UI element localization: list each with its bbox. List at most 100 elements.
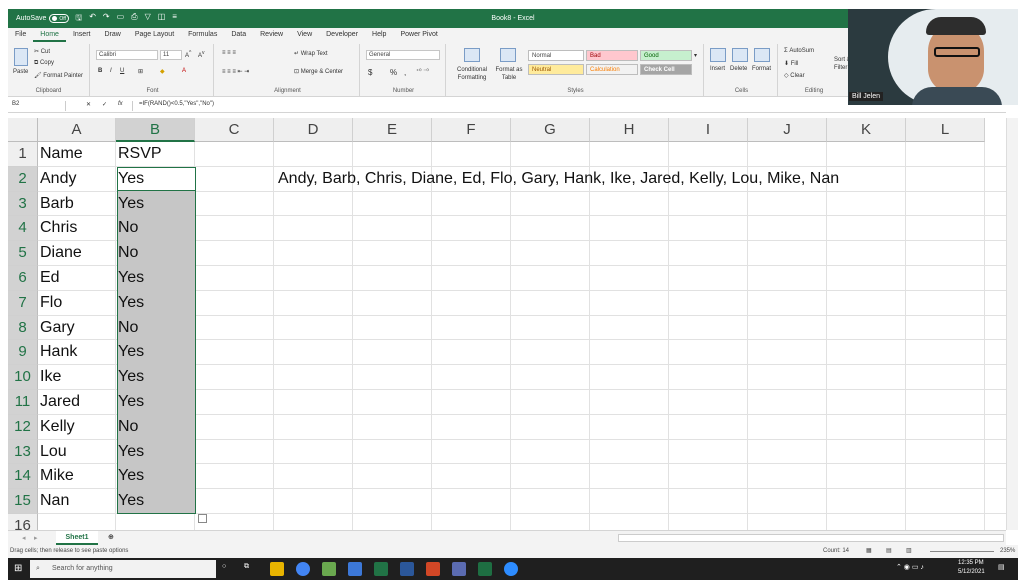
- cell-B15[interactable]: Yes: [116, 492, 144, 510]
- filter-icon[interactable]: ▽: [145, 12, 151, 26]
- camtasia-icon[interactable]: [478, 562, 492, 576]
- tab-home[interactable]: Home: [33, 28, 66, 42]
- align-left-icon[interactable]: ≡ ≡ ≡ ⇤ ⇥: [222, 68, 249, 75]
- column-header-A[interactable]: A: [38, 118, 116, 142]
- cell-A14[interactable]: Mike: [38, 467, 74, 485]
- tab-power-pivot[interactable]: Power Pivot: [393, 28, 444, 42]
- cell-A7[interactable]: Flo: [38, 294, 62, 312]
- style-check-cell[interactable]: Check Cell: [640, 64, 692, 75]
- cell-D2[interactable]: Andy, Barb, Chris, Diane, Ed, Flo, Gary,…: [276, 170, 839, 188]
- style-good[interactable]: Good: [640, 50, 692, 61]
- save-icon[interactable]: 🖫: [75, 12, 82, 26]
- row-header-14[interactable]: 14: [8, 464, 38, 490]
- font-name-select[interactable]: Calibri: [96, 50, 158, 60]
- format-button[interactable]: Format: [752, 66, 771, 72]
- cell-A12[interactable]: Kelly: [38, 418, 75, 436]
- sheet-tab-sheet1[interactable]: Sheet1: [56, 531, 98, 545]
- copy-button[interactable]: ⧉ Copy: [34, 60, 54, 67]
- row-header-15[interactable]: 15: [8, 489, 38, 514]
- column-header-I[interactable]: I: [669, 118, 748, 142]
- cortana-icon[interactable]: ○: [222, 563, 226, 570]
- formula-input[interactable]: =IF(RAND()<0.5,"Yes","No"): [132, 101, 214, 111]
- tab-review[interactable]: Review: [253, 28, 290, 42]
- clear-button[interactable]: ◇ Clear: [784, 72, 805, 79]
- paste-icon[interactable]: [14, 48, 28, 66]
- tab-file[interactable]: File: [8, 28, 33, 42]
- tab-page-layout[interactable]: Page Layout: [128, 28, 181, 42]
- zoom-app-icon[interactable]: [504, 562, 518, 576]
- cell-B2[interactable]: Yes: [116, 170, 144, 188]
- row-header-5[interactable]: 5: [8, 241, 38, 266]
- zoom-level[interactable]: 235%: [1000, 548, 1015, 554]
- tab-help[interactable]: Help: [365, 28, 393, 42]
- column-header-D[interactable]: D: [274, 118, 353, 142]
- chrome-icon[interactable]: [296, 562, 310, 576]
- column-header-G[interactable]: G: [511, 118, 590, 142]
- cell-A15[interactable]: Nan: [38, 492, 69, 510]
- column-header-L[interactable]: L: [906, 118, 985, 142]
- file-explorer-icon[interactable]: [270, 562, 284, 576]
- redo-icon[interactable]: ↷: [103, 12, 110, 26]
- row-header-4[interactable]: 4: [8, 216, 38, 242]
- autosave-toggle[interactable]: AutoSave Off: [16, 14, 70, 23]
- vertical-scrollbar[interactable]: [1006, 118, 1018, 530]
- column-header-E[interactable]: E: [353, 118, 432, 142]
- wrap-text-button[interactable]: ↵ Wrap Text: [294, 50, 328, 57]
- cancel-icon[interactable]: ✕: [86, 101, 91, 108]
- row-header-7[interactable]: 7: [8, 290, 38, 316]
- format-painter-button[interactable]: 🖌 Format Painter: [34, 72, 83, 79]
- row-header-12[interactable]: 12: [8, 414, 38, 440]
- italic-button[interactable]: I: [110, 68, 112, 74]
- cell-A9[interactable]: Hank: [38, 343, 77, 361]
- taskbar-search[interactable]: ⌕ Search for anything: [30, 560, 216, 578]
- tab-data[interactable]: Data: [224, 28, 253, 42]
- system-tray-icon[interactable]: ⌃ ◉ ▭ ♪: [896, 563, 924, 571]
- add-sheet-icon[interactable]: ⊕: [108, 533, 114, 541]
- cell-A4[interactable]: Chris: [38, 219, 77, 237]
- cell-B3[interactable]: Yes: [116, 195, 144, 213]
- decimal-buttons-icon[interactable]: ⁺⁰ ⁻⁰: [416, 68, 429, 75]
- number-format-select[interactable]: General: [366, 50, 440, 60]
- cell-A10[interactable]: Ike: [38, 368, 61, 386]
- select-all-button[interactable]: [8, 118, 38, 142]
- cell-B12[interactable]: No: [116, 418, 138, 436]
- print-icon[interactable]: ⎙: [131, 12, 137, 26]
- column-header-K[interactable]: K: [827, 118, 906, 142]
- cell-B8[interactable]: No: [116, 319, 138, 337]
- cell-A13[interactable]: Lou: [38, 443, 67, 461]
- cell-A1[interactable]: Name: [38, 145, 83, 163]
- row-header-8[interactable]: 8: [8, 315, 38, 341]
- cell-B14[interactable]: Yes: [116, 467, 144, 485]
- open-icon[interactable]: ▭: [117, 12, 125, 26]
- font-size-select[interactable]: 11: [160, 50, 182, 60]
- cell-A2[interactable]: Andy: [38, 170, 76, 188]
- font-color-icon[interactable]: A: [182, 68, 186, 74]
- zoom-slider[interactable]: [930, 551, 994, 552]
- camera-icon[interactable]: ◫: [158, 12, 166, 26]
- cell-A3[interactable]: Barb: [38, 195, 74, 213]
- grow-font-icon[interactable]: A^: [185, 50, 191, 59]
- delete-button[interactable]: Delete: [730, 66, 747, 72]
- column-header-B[interactable]: B: [116, 118, 195, 142]
- delete-cells-icon[interactable]: [732, 48, 748, 62]
- taskbar-time[interactable]: 12:35 PM: [958, 560, 984, 566]
- tab-insert[interactable]: Insert: [66, 28, 98, 42]
- column-header-F[interactable]: F: [432, 118, 511, 142]
- row-header-16[interactable]: 16: [8, 514, 38, 530]
- cell-B7[interactable]: Yes: [116, 294, 144, 312]
- row-header-3[interactable]: 3: [8, 191, 38, 217]
- horizontal-scrollbar[interactable]: [618, 534, 1004, 542]
- style-bad[interactable]: Bad: [586, 50, 638, 61]
- percent-button[interactable]: %: [390, 68, 397, 77]
- conditional-formatting-icon[interactable]: [464, 48, 480, 62]
- cell-B11[interactable]: Yes: [116, 393, 144, 411]
- comma-button[interactable]: ,: [404, 68, 406, 77]
- column-header-C[interactable]: C: [195, 118, 274, 142]
- row-header-11[interactable]: 11: [8, 390, 38, 415]
- notifications-icon[interactable]: ▤: [998, 563, 1005, 571]
- align-top-icon[interactable]: ≡ ≡ ≡: [222, 50, 236, 56]
- task-view-icon[interactable]: ⧉: [244, 563, 249, 571]
- row-header-1[interactable]: 1: [8, 142, 38, 167]
- autosave-switch[interactable]: Off: [49, 14, 70, 23]
- insert-cells-icon[interactable]: [710, 48, 726, 62]
